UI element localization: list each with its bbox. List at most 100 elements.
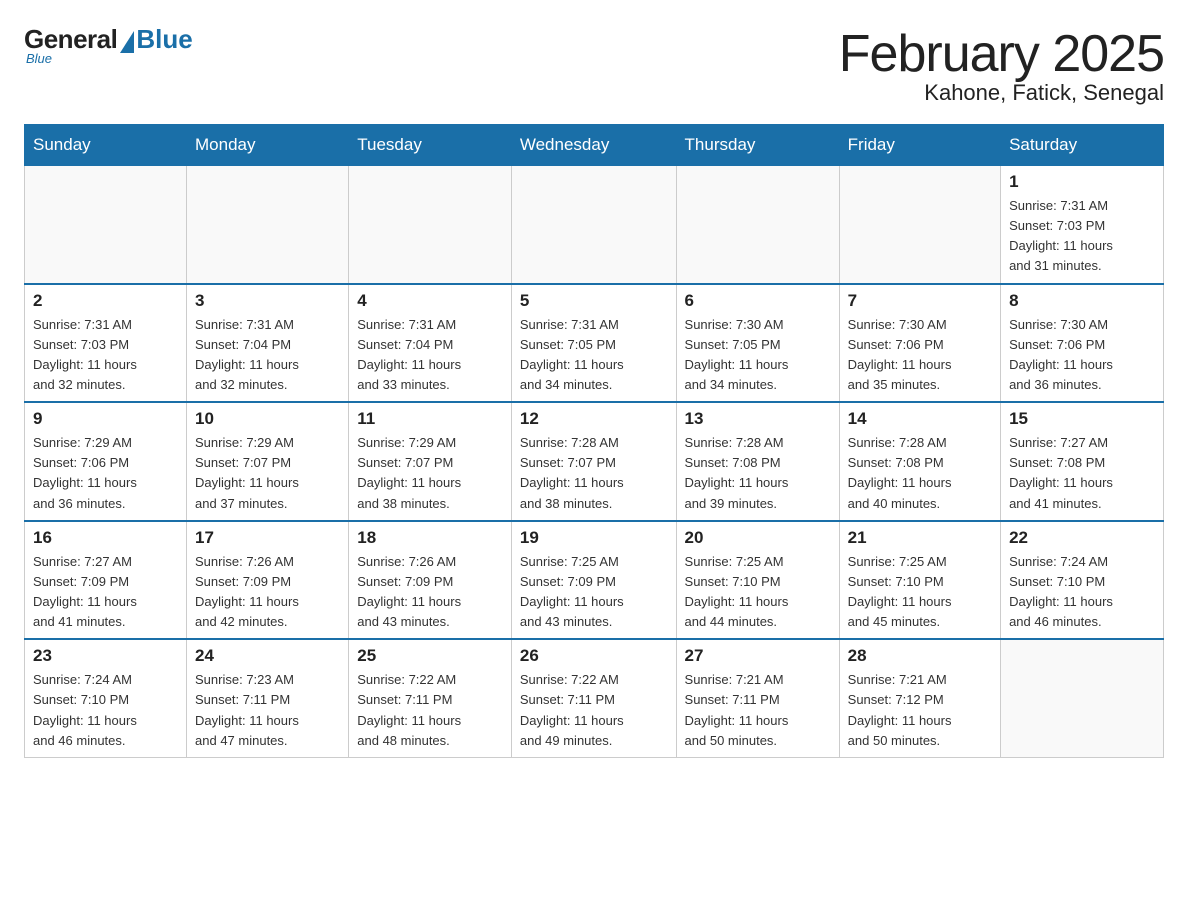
day-number: 18 bbox=[357, 528, 503, 548]
week-row-3: 9 Sunrise: 7:29 AMSunset: 7:06 PMDaylight… bbox=[25, 402, 1164, 521]
day-number: 7 bbox=[848, 291, 992, 311]
calendar-cell: 13Sunrise: 7:28 AMSunset: 7:08 PMDayligh… bbox=[676, 402, 839, 521]
day-number: 3 bbox=[195, 291, 340, 311]
calendar-cell bbox=[349, 166, 512, 284]
calendar-cell: 10 Sunrise: 7:29 AMSunset: 7:07 PMDayligh… bbox=[187, 402, 349, 521]
day-info: Sunrise: 7:31 AMSunset: 7:04 PMDaylight:… bbox=[195, 315, 340, 396]
weekday-header-tuesday: Tuesday bbox=[349, 125, 512, 166]
calendar-cell: 16 Sunrise: 7:27 AMSunset: 7:09 PMDayligh… bbox=[25, 521, 187, 640]
day-info: Sunrise: 7:25 AMSunset: 7:10 PMDaylight:… bbox=[685, 552, 831, 633]
calendar-cell bbox=[839, 166, 1000, 284]
day-number: 26 bbox=[520, 646, 668, 666]
calendar-cell: 4 Sunrise: 7:31 AMSunset: 7:04 PMDaylight… bbox=[349, 284, 512, 403]
calendar-cell: 7 Sunrise: 7:30 AMSunset: 7:06 PMDaylight… bbox=[839, 284, 1000, 403]
calendar-cell: 27Sunrise: 7:21 AMSunset: 7:11 PMDayligh… bbox=[676, 639, 839, 757]
day-number: 13 bbox=[685, 409, 831, 429]
calendar-cell: 12 Sunrise: 7:28 AMSunset: 7:07 PMDayligh… bbox=[511, 402, 676, 521]
day-number: 12 bbox=[520, 409, 668, 429]
day-info: Sunrise: 7:27 AMSunset: 7:08 PMDaylight:… bbox=[1009, 433, 1155, 514]
day-number: 9 bbox=[33, 409, 178, 429]
day-info: Sunrise: 7:25 AMSunset: 7:10 PMDaylight:… bbox=[848, 552, 992, 633]
week-row-1: 1 Sunrise: 7:31 AMSunset: 7:03 PMDaylight… bbox=[25, 166, 1164, 284]
calendar-cell bbox=[1001, 639, 1164, 757]
week-row-5: 23 Sunrise: 7:24 AMSunset: 7:10 PMDayligh… bbox=[25, 639, 1164, 757]
day-info: Sunrise: 7:29 AMSunset: 7:06 PMDaylight:… bbox=[33, 433, 178, 514]
calendar-cell: 1 Sunrise: 7:31 AMSunset: 7:03 PMDaylight… bbox=[1001, 166, 1164, 284]
calendar-cell: 24 Sunrise: 7:23 AMSunset: 7:11 PMDayligh… bbox=[187, 639, 349, 757]
day-info: Sunrise: 7:30 AMSunset: 7:06 PMDaylight:… bbox=[1009, 315, 1155, 396]
day-info: Sunrise: 7:24 AMSunset: 7:10 PMDaylight:… bbox=[1009, 552, 1155, 633]
weekday-header-friday: Friday bbox=[839, 125, 1000, 166]
day-number: 11 bbox=[357, 409, 503, 429]
day-number: 21 bbox=[848, 528, 992, 548]
day-number: 22 bbox=[1009, 528, 1155, 548]
calendar-cell bbox=[511, 166, 676, 284]
weekday-header-monday: Monday bbox=[187, 125, 349, 166]
day-info: Sunrise: 7:30 AMSunset: 7:06 PMDaylight:… bbox=[848, 315, 992, 396]
day-number: 16 bbox=[33, 528, 178, 548]
day-info: Sunrise: 7:29 AMSunset: 7:07 PMDaylight:… bbox=[357, 433, 503, 514]
calendar-cell: 17 Sunrise: 7:26 AMSunset: 7:09 PMDayligh… bbox=[187, 521, 349, 640]
day-number: 25 bbox=[357, 646, 503, 666]
day-info: Sunrise: 7:31 AMSunset: 7:04 PMDaylight:… bbox=[357, 315, 503, 396]
day-number: 5 bbox=[520, 291, 668, 311]
day-number: 2 bbox=[33, 291, 178, 311]
day-info: Sunrise: 7:28 AMSunset: 7:07 PMDaylight:… bbox=[520, 433, 668, 514]
calendar-cell: 14 Sunrise: 7:28 AMSunset: 7:08 PMDayligh… bbox=[839, 402, 1000, 521]
page: General Blue Blue February 2025 Kahone, … bbox=[0, 0, 1188, 782]
logo-triangle-icon bbox=[120, 31, 134, 53]
day-number: 1 bbox=[1009, 172, 1155, 192]
calendar-cell: 28 Sunrise: 7:21 AMSunset: 7:12 PMDayligh… bbox=[839, 639, 1000, 757]
calendar-cell: 18Sunrise: 7:26 AMSunset: 7:09 PMDayligh… bbox=[349, 521, 512, 640]
day-number: 4 bbox=[357, 291, 503, 311]
calendar-cell: 11 Sunrise: 7:29 AMSunset: 7:07 PMDayligh… bbox=[349, 402, 512, 521]
day-info: Sunrise: 7:27 AMSunset: 7:09 PMDaylight:… bbox=[33, 552, 178, 633]
day-info: Sunrise: 7:23 AMSunset: 7:11 PMDaylight:… bbox=[195, 670, 340, 751]
day-number: 8 bbox=[1009, 291, 1155, 311]
calendar-cell: 19 Sunrise: 7:25 AMSunset: 7:09 PMDayligh… bbox=[511, 521, 676, 640]
calendar-cell bbox=[25, 166, 187, 284]
calendar-cell: 26 Sunrise: 7:22 AMSunset: 7:11 PMDayligh… bbox=[511, 639, 676, 757]
day-number: 19 bbox=[520, 528, 668, 548]
header: General Blue Blue February 2025 Kahone, … bbox=[24, 24, 1164, 106]
day-info: Sunrise: 7:28 AMSunset: 7:08 PMDaylight:… bbox=[848, 433, 992, 514]
logo-blue-text: Blue bbox=[136, 24, 192, 55]
day-number: 23 bbox=[33, 646, 178, 666]
weekday-header-wednesday: Wednesday bbox=[511, 125, 676, 166]
weekday-header-saturday: Saturday bbox=[1001, 125, 1164, 166]
calendar-cell: 8 Sunrise: 7:30 AMSunset: 7:06 PMDaylight… bbox=[1001, 284, 1164, 403]
calendar-cell: 9 Sunrise: 7:29 AMSunset: 7:06 PMDaylight… bbox=[25, 402, 187, 521]
calendar-cell: 22 Sunrise: 7:24 AMSunset: 7:10 PMDayligh… bbox=[1001, 521, 1164, 640]
day-info: Sunrise: 7:21 AMSunset: 7:12 PMDaylight:… bbox=[848, 670, 992, 751]
day-info: Sunrise: 7:26 AMSunset: 7:09 PMDaylight:… bbox=[195, 552, 340, 633]
calendar-cell bbox=[187, 166, 349, 284]
month-title: February 2025 bbox=[839, 24, 1164, 84]
day-info: Sunrise: 7:25 AMSunset: 7:09 PMDaylight:… bbox=[520, 552, 668, 633]
day-info: Sunrise: 7:30 AMSunset: 7:05 PMDaylight:… bbox=[685, 315, 831, 396]
weekday-header-row: SundayMondayTuesdayWednesdayThursdayFrid… bbox=[25, 125, 1164, 166]
calendar-cell: 20 Sunrise: 7:25 AMSunset: 7:10 PMDayligh… bbox=[676, 521, 839, 640]
day-number: 10 bbox=[195, 409, 340, 429]
calendar-cell bbox=[676, 166, 839, 284]
day-info: Sunrise: 7:31 AMSunset: 7:03 PMDaylight:… bbox=[1009, 196, 1155, 277]
logo-subtitle: Blue bbox=[26, 51, 52, 66]
day-info: Sunrise: 7:22 AMSunset: 7:11 PMDaylight:… bbox=[357, 670, 503, 751]
calendar-cell: 25 Sunrise: 7:22 AMSunset: 7:11 PMDayligh… bbox=[349, 639, 512, 757]
day-number: 28 bbox=[848, 646, 992, 666]
day-number: 24 bbox=[195, 646, 340, 666]
week-row-4: 16 Sunrise: 7:27 AMSunset: 7:09 PMDayligh… bbox=[25, 521, 1164, 640]
weekday-header-thursday: Thursday bbox=[676, 125, 839, 166]
day-number: 6 bbox=[685, 291, 831, 311]
logo: General Blue Blue bbox=[24, 24, 193, 66]
day-info: Sunrise: 7:22 AMSunset: 7:11 PMDaylight:… bbox=[520, 670, 668, 751]
day-info: Sunrise: 7:29 AMSunset: 7:07 PMDaylight:… bbox=[195, 433, 340, 514]
title-block: February 2025 Kahone, Fatick, Senegal bbox=[839, 24, 1164, 106]
day-number: 27 bbox=[685, 646, 831, 666]
weekday-header-sunday: Sunday bbox=[25, 125, 187, 166]
day-number: 20 bbox=[685, 528, 831, 548]
calendar-cell: 23 Sunrise: 7:24 AMSunset: 7:10 PMDayligh… bbox=[25, 639, 187, 757]
calendar-cell: 6 Sunrise: 7:30 AMSunset: 7:05 PMDaylight… bbox=[676, 284, 839, 403]
day-info: Sunrise: 7:24 AMSunset: 7:10 PMDaylight:… bbox=[33, 670, 178, 751]
day-number: 14 bbox=[848, 409, 992, 429]
day-number: 17 bbox=[195, 528, 340, 548]
